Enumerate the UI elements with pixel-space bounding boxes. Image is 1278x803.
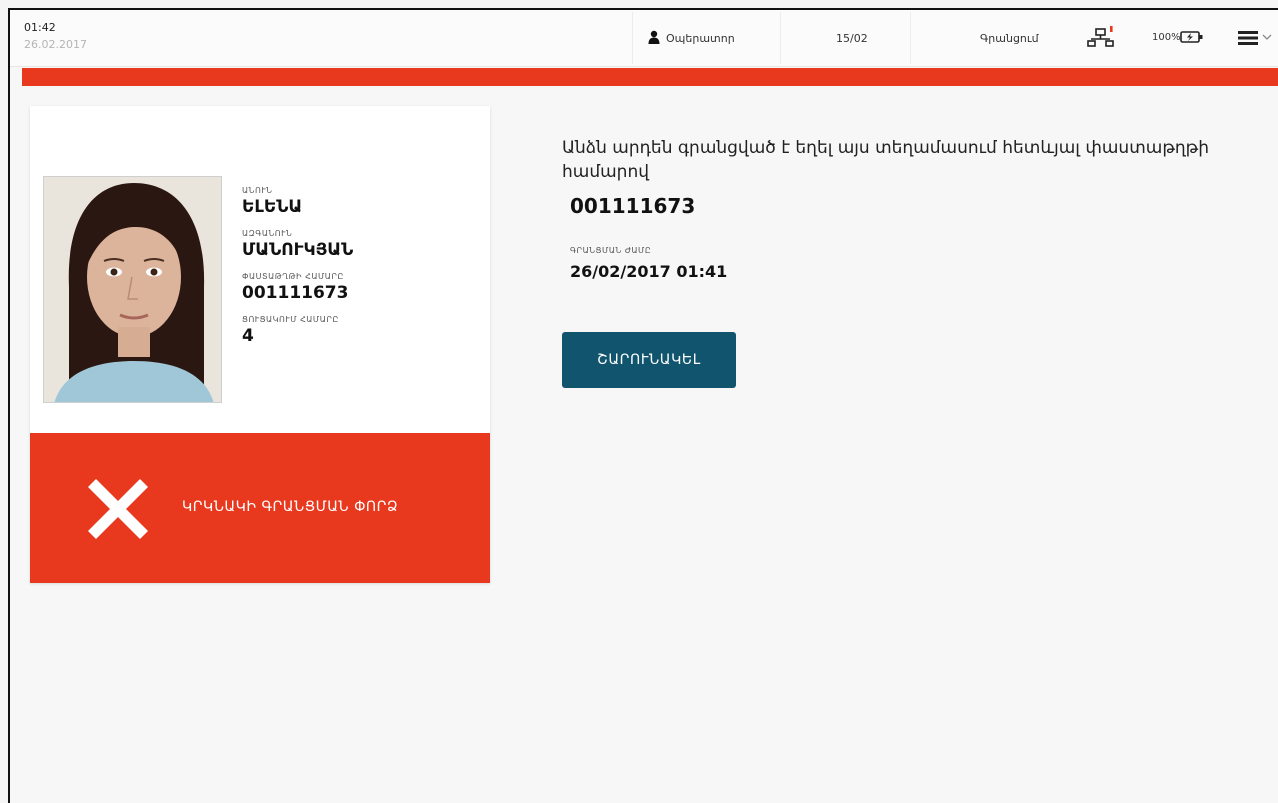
- battery-charging-icon: [1180, 31, 1203, 43]
- passport-value: 001111673: [242, 283, 349, 303]
- info-message: Անձն արդեն գրանցված է եղել այս տեղամասու…: [562, 138, 1209, 182]
- close-x-icon: [88, 479, 148, 539]
- clock-date: 26.02.2017: [24, 38, 87, 51]
- operator-label[interactable]: Օպերատոր: [666, 32, 735, 45]
- counter-value: 15/02: [836, 32, 868, 45]
- continue-button[interactable]: ՇԱՐՈՒՆԱԿԵԼ: [562, 332, 736, 388]
- last-name-label: ԱԶԳԱՆՈՒՆ: [242, 229, 293, 238]
- top-bar: 01:42 26.02.2017 Օպերատոր 15/02 Գրանցում…: [10, 10, 1278, 67]
- chevron-down-icon[interactable]: [1262, 32, 1272, 42]
- list-number-label: ՑՈՒՑԱԿՈՒՄ ՀԱՄԱՐԸ: [242, 315, 339, 324]
- user-icon: [648, 30, 660, 44]
- divider: [780, 12, 781, 64]
- mode-label[interactable]: Գրանցում: [980, 32, 1039, 45]
- app-frame: 01:42 26.02.2017 Օպերատոր 15/02 Գրանցում…: [8, 8, 1278, 803]
- status-strip: [22, 68, 1278, 86]
- voter-fields: ԱՆՈՒՆ ԵԼԵՆԱ ԱԶԳԱՆՈՒՆ ՄԱՆՈՒԿՅԱՆ ՓԱՍՏԱԹՂԹԻ…: [242, 186, 482, 358]
- passport-label: ՓԱՍՏԱԹՂԹԻ ՀԱՄԱՐԸ: [242, 272, 344, 281]
- last-name-value: ՄԱՆՈՒԿՅԱՆ: [242, 240, 354, 260]
- divider: [910, 12, 911, 64]
- battery-percent: 100%: [1152, 32, 1181, 43]
- alert-message: ԿՐԿՆԱԿԻ ԳՐԱՆՑՄԱՆ ՓՈՐՁ: [182, 499, 399, 515]
- registration-time-label: ԳՐԱՆՑՄԱՆ ԺԱՄԸ: [570, 246, 652, 255]
- clock-time: 01:42: [24, 21, 56, 34]
- registration-time-value: 26/02/2017 01:41: [570, 262, 728, 281]
- duplicate-registration-alert: ԿՐԿՆԱԿԻ ԳՐԱՆՑՄԱՆ ՓՈՐՁ: [30, 433, 490, 583]
- voter-photo: [43, 176, 222, 403]
- registered-passport-number: 001111673: [570, 194, 696, 218]
- voter-card: ԱՆՈՒՆ ԵԼԵՆԱ ԱԶԳԱՆՈՒՆ ՄԱՆՈՒԿՅԱՆ ՓԱՍՏԱԹՂԹԻ…: [30, 106, 490, 583]
- first-name-value: ԵԼԵՆԱ: [242, 197, 303, 217]
- menu-icon[interactable]: [1238, 30, 1258, 46]
- first-name-label: ԱՆՈՒՆ: [242, 186, 273, 195]
- divider: [632, 12, 633, 64]
- list-number-value: 4: [242, 326, 254, 346]
- network-icon[interactable]: [1086, 26, 1116, 48]
